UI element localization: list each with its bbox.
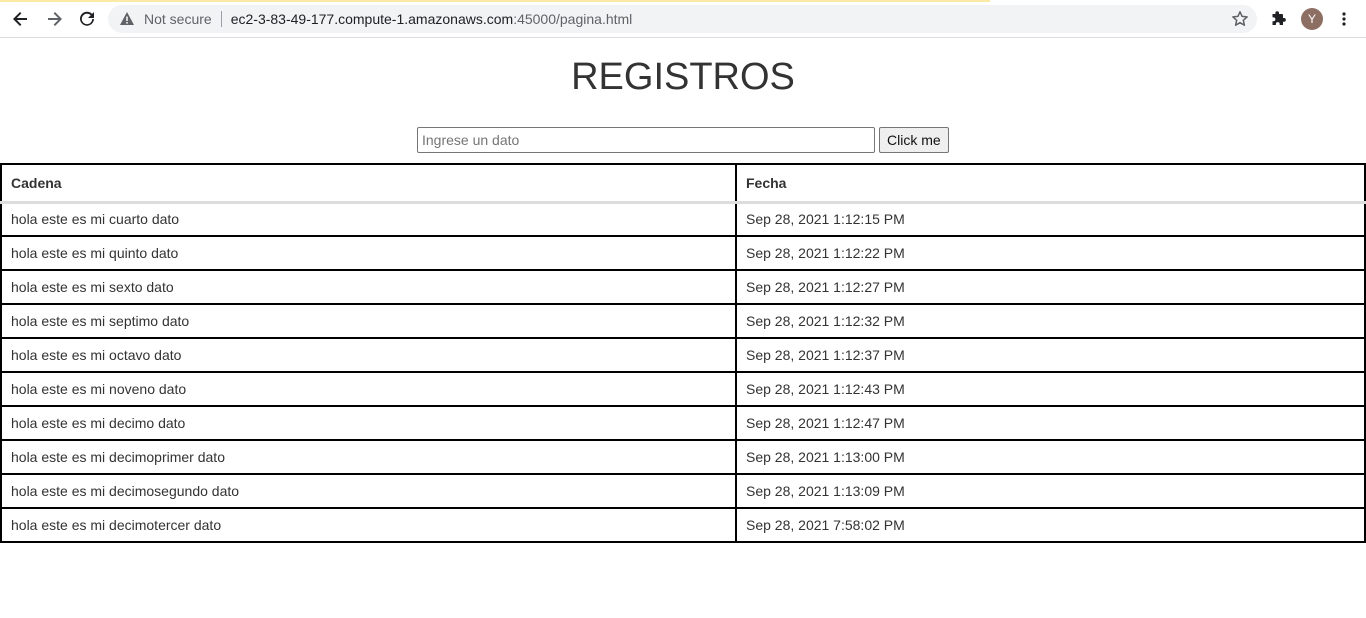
table-header-row: Cadena Fecha bbox=[0, 163, 1366, 204]
cell-cadena: hola este es mi decimotercer dato bbox=[0, 507, 737, 543]
cell-fecha: Sep 28, 2021 1:12:32 PM bbox=[735, 303, 1366, 339]
cell-fecha: Sep 28, 2021 1:13:09 PM bbox=[735, 473, 1366, 509]
cell-cadena: hola este es mi quinto dato bbox=[0, 235, 737, 271]
cell-cadena: hola este es mi decimoprimer dato bbox=[0, 439, 737, 475]
cell-fecha: Sep 28, 2021 1:13:00 PM bbox=[735, 439, 1366, 475]
url-text[interactable]: ec2-3-83-49-177.compute-1.amazonaws.com:… bbox=[231, 11, 633, 27]
arrow-right-icon bbox=[48, 12, 62, 26]
reload-icon bbox=[80, 11, 94, 26]
kebab-menu-icon bbox=[1342, 12, 1346, 26]
avatar: Y bbox=[1301, 8, 1323, 30]
browser-toolbar: Not secure ec2-3-83-49-177.compute-1.ama… bbox=[0, 0, 1366, 38]
cell-fecha: Sep 28, 2021 1:12:27 PM bbox=[735, 269, 1366, 305]
url-host: ec2-3-83-49-177.compute-1.amazonaws.com bbox=[230, 11, 514, 27]
page-title: REGISTROS bbox=[571, 56, 795, 98]
url-path: :45000/pagina.html bbox=[513, 11, 633, 27]
cell-cadena: hola este es mi sexto dato bbox=[0, 269, 737, 305]
cell-fecha: Sep 28, 2021 1:12:15 PM bbox=[735, 201, 1366, 237]
table-row: hola este es mi quinto dato Sep 28, 2021… bbox=[0, 235, 1366, 271]
data-input[interactable] bbox=[417, 127, 875, 153]
table-row: hola este es mi decimotercer dato Sep 28… bbox=[0, 507, 1366, 543]
table-row: hola este es mi octavo dato Sep 28, 2021… bbox=[0, 337, 1366, 373]
extensions-button[interactable] bbox=[1267, 7, 1291, 31]
cell-fecha: Sep 28, 2021 1:12:22 PM bbox=[735, 235, 1366, 271]
cell-cadena: hola este es mi septimo dato bbox=[0, 303, 737, 339]
table-row: hola este es mi septimo dato Sep 28, 202… bbox=[0, 303, 1366, 339]
forward-button[interactable] bbox=[42, 7, 66, 31]
star-icon[interactable] bbox=[1231, 10, 1249, 28]
address-bar[interactable]: Not secure ec2-3-83-49-177.compute-1.ama… bbox=[108, 5, 1257, 33]
cell-fecha: Sep 28, 2021 1:12:47 PM bbox=[735, 405, 1366, 441]
cell-fecha: Sep 28, 2021 7:58:02 PM bbox=[735, 507, 1366, 543]
cell-cadena: hola este es mi cuarto dato bbox=[0, 201, 737, 237]
arrow-left-icon bbox=[13, 12, 27, 26]
column-header-cadena: Cadena bbox=[0, 163, 737, 204]
table-row: hola este es mi noveno dato Sep 28, 2021… bbox=[0, 371, 1366, 407]
click-me-button[interactable]: Click me bbox=[879, 127, 949, 153]
puzzle-icon bbox=[1272, 11, 1286, 25]
column-header-fecha: Fecha bbox=[735, 163, 1366, 204]
table-row: hola este es mi decimosegundo dato Sep 2… bbox=[0, 473, 1366, 509]
security-label[interactable]: Not secure bbox=[144, 11, 212, 27]
back-button[interactable] bbox=[9, 7, 33, 31]
loading-indicator bbox=[0, 0, 990, 2]
records-table: Cadena Fecha hola este es mi cuarto dato… bbox=[0, 163, 1366, 543]
cell-fecha: Sep 28, 2021 1:12:37 PM bbox=[735, 337, 1366, 373]
table-row: hola este es mi cuarto dato Sep 28, 2021… bbox=[0, 201, 1366, 237]
browser-menu-button[interactable] bbox=[1332, 7, 1356, 31]
table-row: hola este es mi decimoprimer dato Sep 28… bbox=[0, 439, 1366, 475]
profile-button[interactable]: Y bbox=[1300, 7, 1324, 31]
table-row: hola este es mi sexto dato Sep 28, 2021 … bbox=[0, 269, 1366, 305]
reload-button[interactable] bbox=[75, 7, 99, 31]
cell-cadena: hola este es mi decimo dato bbox=[0, 405, 737, 441]
address-divider bbox=[220, 11, 222, 27]
cell-cadena: hola este es mi noveno dato bbox=[0, 371, 737, 407]
warning-triangle-icon[interactable] bbox=[118, 10, 136, 28]
cell-cadena: hola este es mi decimosegundo dato bbox=[0, 473, 737, 509]
cell-cadena: hola este es mi octavo dato bbox=[0, 337, 737, 373]
table-row: hola este es mi decimo dato Sep 28, 2021… bbox=[0, 405, 1366, 441]
entry-form: Click me bbox=[417, 127, 949, 153]
cell-fecha: Sep 28, 2021 1:12:43 PM bbox=[735, 371, 1366, 407]
